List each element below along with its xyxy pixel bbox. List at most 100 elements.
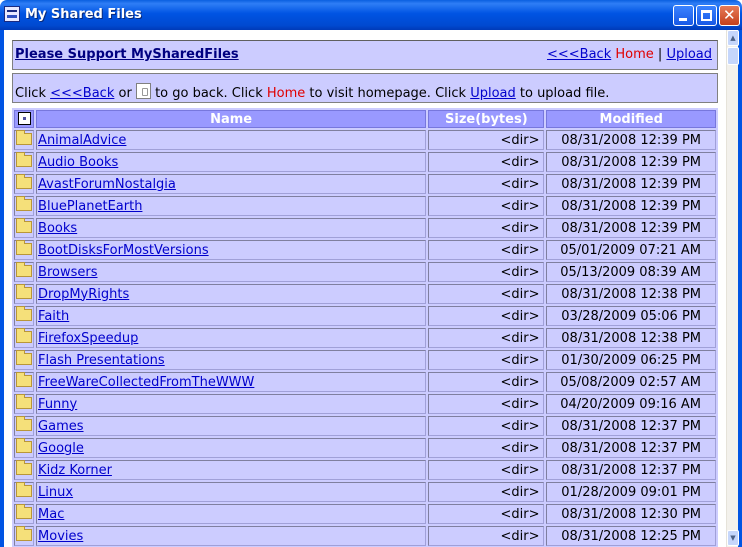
table-row[interactable]: FirefoxSpeedup <dir> 08/31/2008 12:38 PM [14,327,716,348]
folder-link[interactable]: Kidz Korner [38,463,112,478]
folder-icon-cell[interactable] [14,305,35,326]
table-row[interactable]: DropMyRights <dir> 08/31/2008 12:38 PM [14,283,716,304]
column-header-name[interactable]: Name [36,110,427,128]
folder-link[interactable]: Mac [38,507,64,522]
size-cell: <dir> [428,416,545,436]
folder-link[interactable]: Flash Presentations [38,353,165,368]
folder-icon-cell[interactable] [14,525,35,546]
upload-link[interactable]: Upload [666,47,712,62]
scroll-down-icon[interactable]: ▼ [727,530,739,546]
table-row[interactable]: Faith <dir> 03/28/2009 05:06 PM [14,305,716,326]
folder-link[interactable]: AnimalAdvice [38,133,126,148]
table-row[interactable]: Google <dir> 08/31/2008 12:37 PM [14,437,716,458]
folder-link[interactable]: Google [38,441,84,456]
name-cell: DropMyRights [36,284,427,304]
select-all-checkbox[interactable] [17,111,31,125]
name-cell: AnimalAdvice [36,130,427,150]
maximize-icon [701,10,712,21]
select-all-header[interactable] [14,110,35,128]
folder-link[interactable]: Games [38,419,83,434]
folder-icon-cell[interactable] [14,503,35,524]
folder-link[interactable]: BootDisksForMostVersions [38,243,209,258]
table-row[interactable]: BluePlanetEarth <dir> 08/31/2008 12:39 PM [14,195,716,216]
folder-icon [16,217,33,233]
minimize-button[interactable] [673,5,694,26]
folder-icon-cell[interactable] [14,481,35,502]
maximize-button[interactable] [696,5,717,26]
table-row[interactable]: Audio Books <dir> 08/31/2008 12:39 PM [14,151,716,172]
table-row[interactable]: AnimalAdvice <dir> 08/31/2008 12:39 PM [14,129,716,150]
table-row[interactable]: BootDisksForMostVersions <dir> 05/01/2009 … [14,239,716,260]
header-bar: Please Support MySharedFiles <<<Back Hom… [12,40,718,70]
folder-icon-cell[interactable] [14,151,35,172]
scroll-thumb[interactable] [727,47,739,65]
folder-link[interactable]: BluePlanetEarth [38,199,142,214]
column-header-size[interactable]: Size(bytes) [428,110,545,128]
folder-icon-cell[interactable] [14,217,35,238]
info-back-link[interactable]: <<<Back [50,86,114,101]
window-title: My Shared Files [25,7,142,22]
folder-icon-cell[interactable] [14,349,35,370]
back-icon[interactable] [135,83,151,99]
table-row[interactable]: Games <dir> 08/31/2008 12:37 PM [14,415,716,436]
close-button[interactable]: ✕ [719,5,740,26]
folder-link[interactable]: FreeWareCollectedFromTheWWW [38,375,254,390]
modified-cell: 05/08/2009 02:57 AM [546,372,716,392]
table-row[interactable]: AvastForumNostalgia <dir> 08/31/2008 12:39… [14,173,716,194]
size-cell: <dir> [428,306,545,326]
home-link[interactable]: Home [615,47,653,62]
table-row[interactable]: Flash Presentations <dir> 01/30/2009 06:25… [14,349,716,370]
folder-link[interactable]: Browsers [38,265,97,280]
folder-icon-cell[interactable] [14,239,35,260]
folder-icon [16,305,33,321]
vertical-scrollbar[interactable]: ▲ ▼ [726,30,739,547]
info-bar: Click <<<Back or to go back. Click Home … [12,73,718,103]
name-cell: Movies [36,526,427,546]
content-area: Please Support MySharedFiles <<<Back Hom… [4,30,726,547]
folder-icon-cell[interactable] [14,371,35,392]
table-row[interactable]: Linux <dir> 01/28/2009 09:01 PM [14,481,716,502]
scroll-up-icon[interactable]: ▲ [727,30,739,46]
folder-link[interactable]: DropMyRights [38,287,129,302]
modified-cell: 08/31/2008 12:37 PM [546,438,716,458]
folder-icon-cell[interactable] [14,393,35,414]
info-upload-link[interactable]: Upload [470,86,516,101]
minimize-icon [679,18,687,21]
table-row[interactable]: Kidz Korner <dir> 08/31/2008 12:37 PM [14,459,716,480]
folder-link[interactable]: Books [38,221,77,236]
folder-icon-cell[interactable] [14,173,35,194]
folder-icon-cell[interactable] [14,129,35,150]
size-cell: <dir> [428,460,545,480]
support-link[interactable]: Please Support MySharedFiles [15,47,239,62]
folder-icon-cell[interactable] [14,415,35,436]
folder-link[interactable]: AvastForumNostalgia [38,177,176,192]
table-row[interactable]: Funny <dir> 04/20/2009 09:16 AM [14,393,716,414]
folder-link[interactable]: Audio Books [38,155,118,170]
folder-icon [16,151,33,167]
table-row[interactable]: Mac <dir> 08/31/2008 12:30 PM [14,503,716,524]
size-cell: <dir> [428,196,545,216]
info-home-link[interactable]: Home [267,86,305,101]
table-row[interactable]: Browsers <dir> 05/13/2009 08:39 AM [14,261,716,282]
table-row[interactable]: Books <dir> 08/31/2008 12:39 PM [14,217,716,238]
folder-link[interactable]: Faith [38,309,69,324]
folder-link[interactable]: Movies [38,529,83,544]
column-header-modified[interactable]: Modified [546,110,716,128]
folder-icon-cell[interactable] [14,437,35,458]
modified-cell: 01/30/2009 06:25 PM [546,350,716,370]
back-link[interactable]: <<<Back [547,47,611,62]
folder-icon-cell[interactable] [14,195,35,216]
folder-link[interactable]: FirefoxSpeedup [38,331,138,346]
folder-icon-cell[interactable] [14,459,35,480]
folder-icon-cell[interactable] [14,327,35,348]
folder-link[interactable]: Linux [38,485,73,500]
window-frame-right [738,30,742,547]
table-row[interactable]: Movies <dir> 08/31/2008 12:25 PM [14,525,716,546]
modified-cell: 03/28/2009 05:06 PM [546,306,716,326]
folder-icon-cell[interactable] [14,283,35,304]
folder-link[interactable]: Funny [38,397,77,412]
table-row[interactable]: FreeWareCollectedFromTheWWW <dir> 05/08/20… [14,371,716,392]
folder-icon [16,283,33,299]
size-cell: <dir> [428,482,545,502]
folder-icon-cell[interactable] [14,261,35,282]
